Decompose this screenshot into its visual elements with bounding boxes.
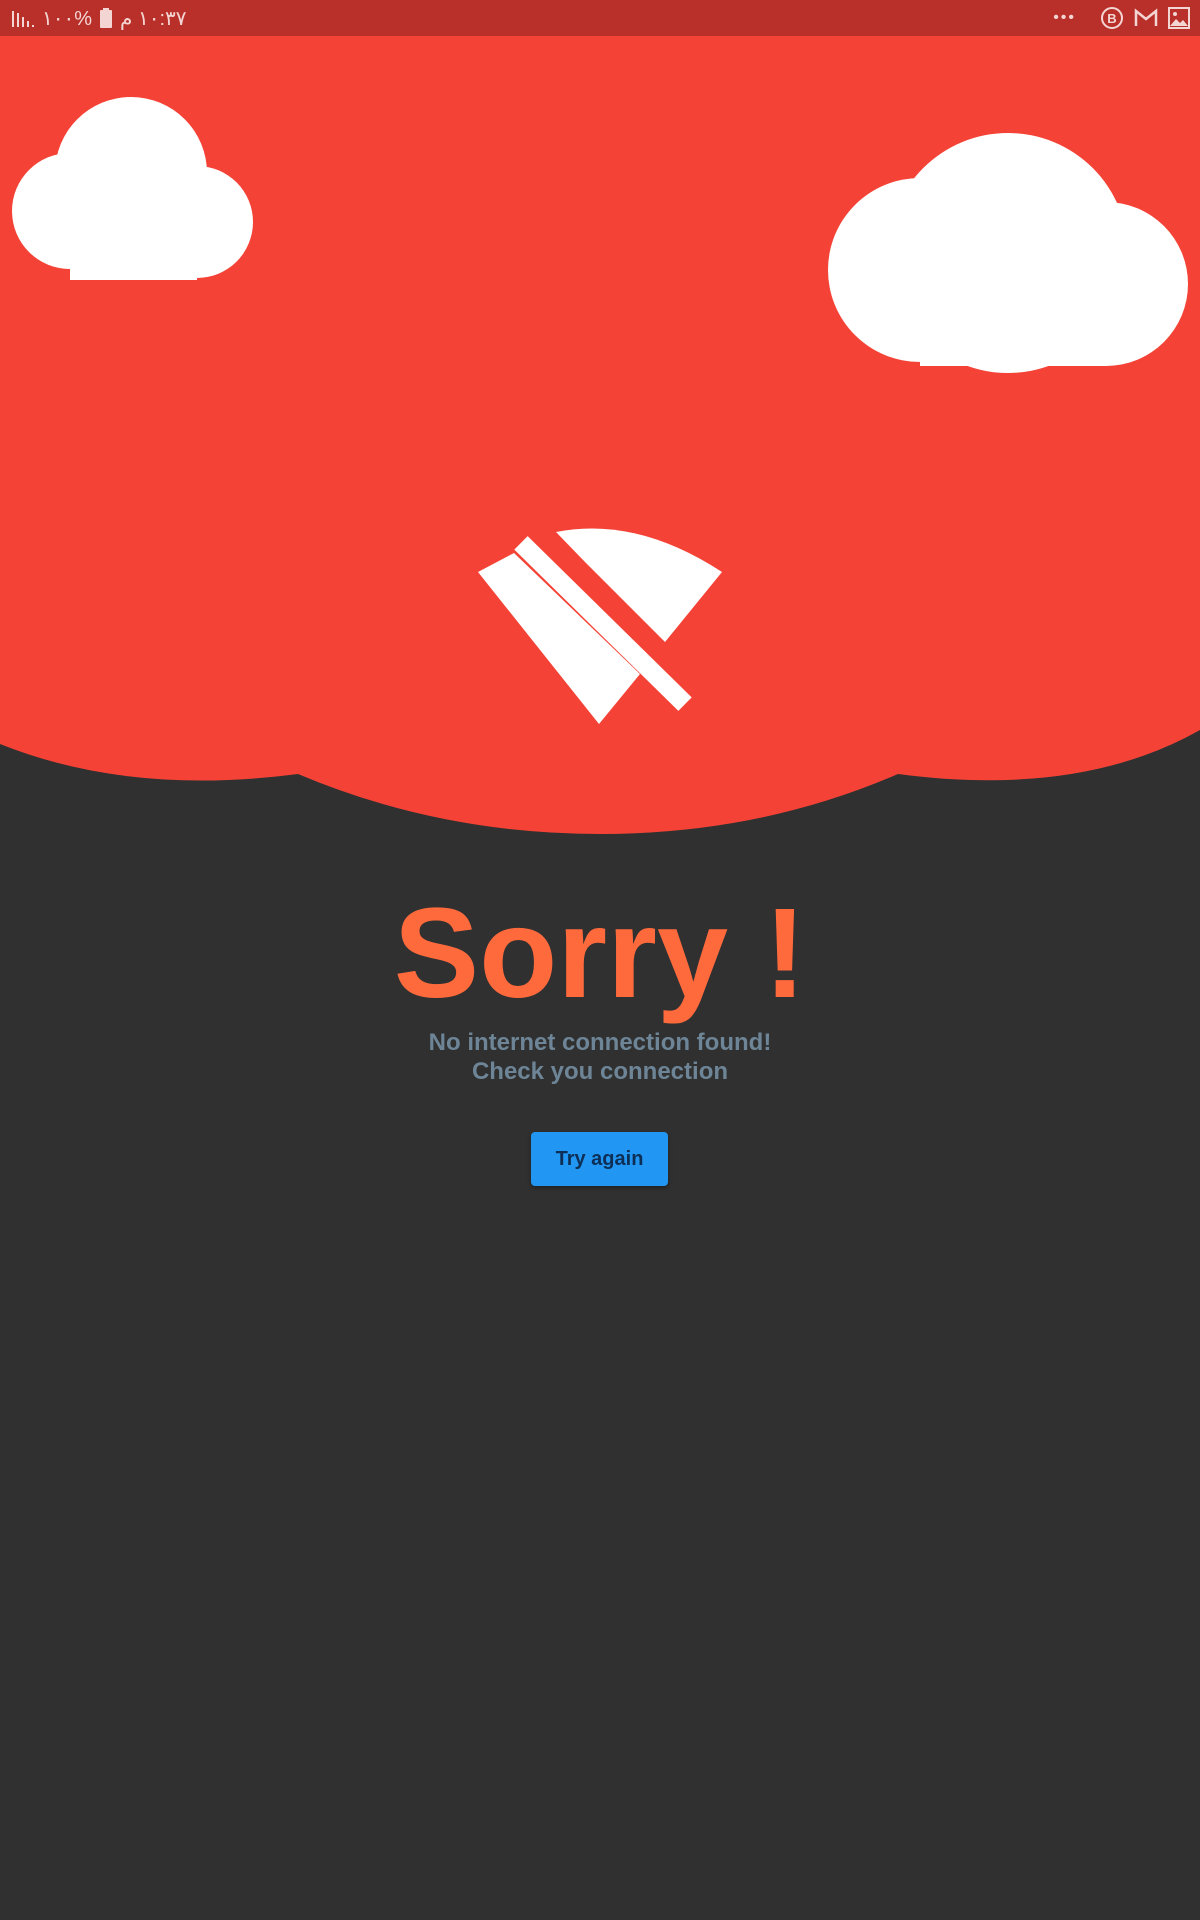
gallery-icon [1168,7,1190,29]
hero-banner [0,36,1200,834]
battery-icon [100,8,113,28]
signal-icon [12,11,34,27]
svg-text:B: B [1107,11,1116,26]
status-right-group: ••• B [1053,0,1190,36]
more-icon[interactable]: ••• [1053,9,1076,27]
battery-level: %١٠٠ [42,7,93,30]
status-left-group: ١٠:٣٧ م %١٠٠ [12,0,187,36]
error-hint: Check you connection [471,1058,729,1085]
gmail-icon [1134,8,1158,26]
error-message: No internet connection found! [428,1029,772,1056]
try-again-button[interactable]: Try again [531,1132,668,1186]
status-bar: ١٠:٣٧ م %١٠٠ ••• B [0,0,1200,36]
page-title: Sorry ! [393,882,807,1025]
b-badge-icon: B [1101,7,1123,29]
status-time: ١٠:٣٧ م [120,7,187,30]
